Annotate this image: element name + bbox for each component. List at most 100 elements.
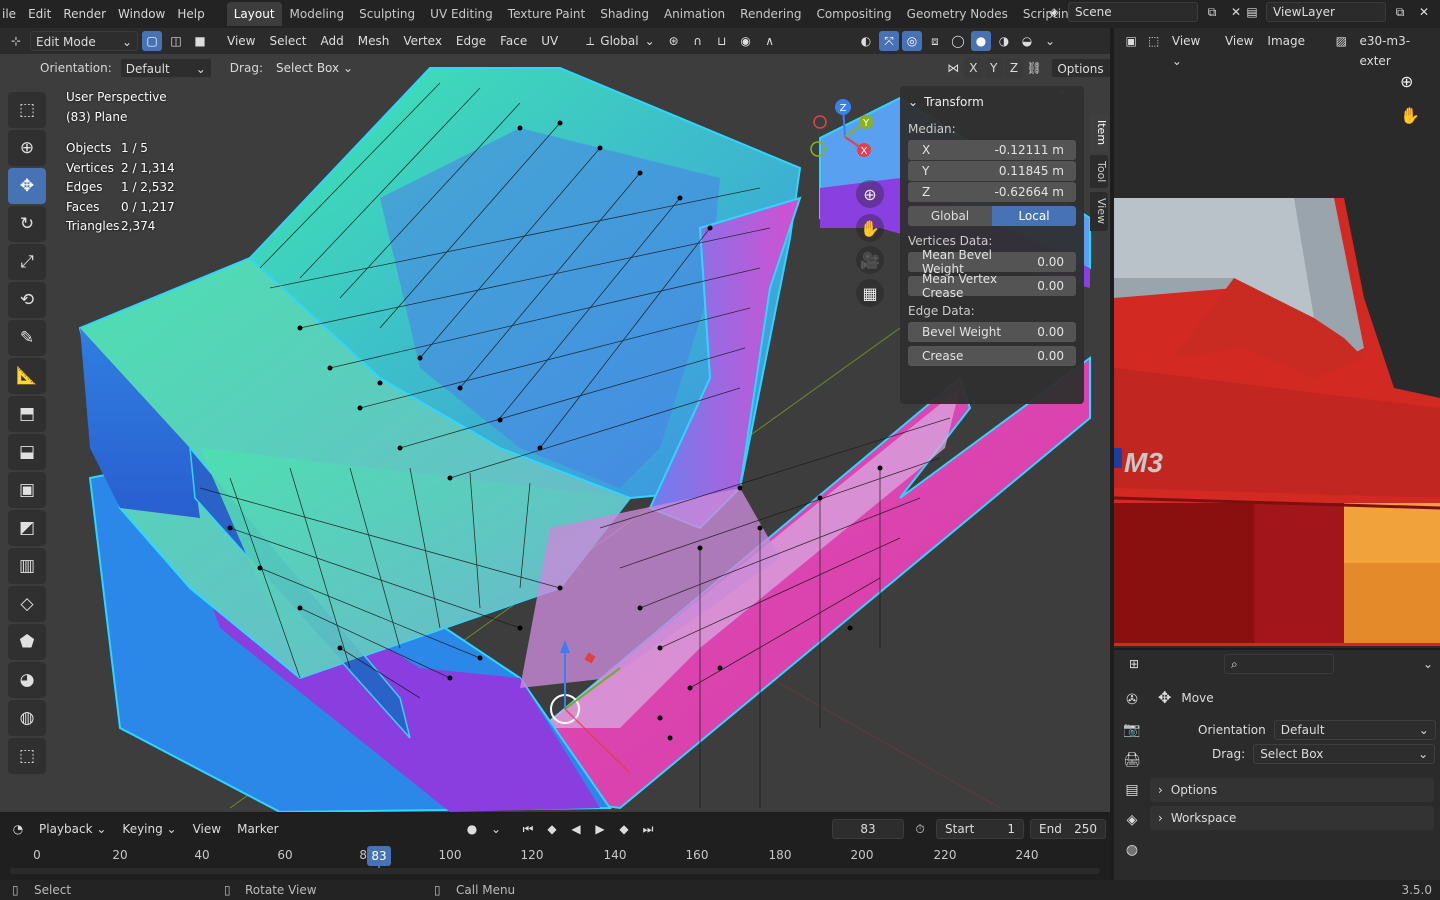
rendered-shading-icon[interactable]: ◒ xyxy=(1017,31,1037,51)
zoom-icon[interactable]: ⊕ xyxy=(1400,72,1413,91)
image-editor[interactable]: ▣ ⬚ View ⌄ View Image ▨ e30-m3-exter ⊕ ✋… xyxy=(1114,28,1440,648)
jump-start-icon[interactable]: ⏮ xyxy=(518,819,538,839)
wireframe-shading-icon[interactable]: ◯ xyxy=(948,31,968,51)
median-z-field[interactable]: Z -0.62664 m xyxy=(908,182,1076,202)
scene-field[interactable]: Scene xyxy=(1068,2,1198,22)
menu-face[interactable]: Face xyxy=(495,31,532,51)
transform-orientation-dropdown[interactable]: ⟂ Global ⌄ xyxy=(581,31,659,51)
median-y-field[interactable]: Y 0.11845 m xyxy=(908,161,1076,181)
tab-rendering[interactable]: Rendering xyxy=(733,2,808,26)
workspace-section[interactable]: › Workspace xyxy=(1150,806,1434,830)
perspective-grid-icon[interactable]: ▦ xyxy=(856,279,884,307)
measure-tool-icon[interactable]: 📐 xyxy=(8,358,46,394)
cursor-tool-icon[interactable]: ⊕ xyxy=(8,130,46,166)
image-browse-icon[interactable]: ▨ xyxy=(1332,31,1350,51)
pan-hand-icon[interactable]: ✋ xyxy=(856,214,884,242)
menu-view[interactable]: View xyxy=(222,31,260,51)
crease-field[interactable]: Crease 0.00 xyxy=(908,346,1076,366)
current-frame-field[interactable]: 83 xyxy=(832,819,904,839)
copy-scene-icon[interactable]: ⧉ xyxy=(1202,2,1222,22)
tab-compositing[interactable]: Compositing xyxy=(809,2,898,26)
viewlayer-icon[interactable]: ▤ xyxy=(1242,2,1262,22)
menu-select[interactable]: Select xyxy=(264,31,311,51)
gizmo-toggle-icon[interactable]: ⤧ xyxy=(879,31,899,51)
play-reverse-icon[interactable]: ◀ xyxy=(566,819,586,839)
chevron-down-icon[interactable]: ⌄ xyxy=(1040,31,1060,51)
menu-playback[interactable]: Playback ⌄ xyxy=(34,819,111,839)
inset-tool-icon[interactable]: ▣ xyxy=(8,472,46,508)
xray-icon[interactable]: ⧈ xyxy=(925,31,945,51)
menu-image[interactable]: Image xyxy=(1262,31,1310,51)
menu-mesh[interactable]: Mesh xyxy=(353,31,395,51)
menu-image-view[interactable]: View xyxy=(1220,31,1258,51)
loop-cut-tool-icon[interactable]: ▥ xyxy=(8,548,46,584)
options-section[interactable]: › Options xyxy=(1150,778,1434,802)
proportional-edit-icon[interactable]: ◉ xyxy=(736,31,756,51)
snap-icon[interactable]: ∩ xyxy=(688,31,708,51)
tab-view[interactable]: View xyxy=(1090,192,1108,231)
move-tool-icon[interactable]: ✥ xyxy=(8,168,46,204)
knife-tool-icon[interactable]: ◇ xyxy=(8,586,46,622)
menu-marker[interactable]: Marker xyxy=(232,819,283,839)
rotate-tool-icon[interactable]: ↻ xyxy=(8,206,46,242)
view-mode-dropdown[interactable]: View ⌄ xyxy=(1167,31,1216,68)
menu-edit[interactable]: Edit xyxy=(22,2,57,26)
tab-item[interactable]: Item xyxy=(1090,114,1108,152)
global-toggle[interactable]: Global xyxy=(908,206,992,226)
topology-mirror-icon[interactable]: ⛓ xyxy=(1025,58,1043,78)
menu-help[interactable]: Help xyxy=(171,2,210,26)
viewlayer-field[interactable]: ViewLayer xyxy=(1266,2,1386,22)
menu-vertex[interactable]: Vertex xyxy=(398,31,447,51)
median-x-field[interactable]: X -0.12111 m xyxy=(908,140,1076,160)
annotate-tool-icon[interactable]: ✎ xyxy=(8,320,46,356)
add-cube-tool-icon[interactable]: ⬒ xyxy=(8,396,46,432)
spin-tool-icon[interactable]: ◕ xyxy=(8,662,46,698)
mean-bevel-weight-field[interactable]: Mean Bevel Weight 0.00 xyxy=(908,248,1076,276)
overlay-toggle-icon[interactable]: ◎ xyxy=(902,31,922,51)
tool-tab-icon[interactable]: ✇ xyxy=(1120,688,1144,712)
mirror-z-toggle[interactable]: Z xyxy=(1004,58,1024,78)
tab-sculpting[interactable]: Sculpting xyxy=(352,2,422,26)
timer-icon[interactable]: ◔ xyxy=(8,819,28,839)
local-toggle[interactable]: Local xyxy=(992,206,1076,226)
poly-build-tool-icon[interactable]: ⬟ xyxy=(8,624,46,660)
navigation-gizmo[interactable]: Z Y X xyxy=(800,92,890,182)
bevel-weight-field[interactable]: Bevel Weight 0.00 xyxy=(908,322,1076,342)
timeline-ruler[interactable]: 0 20 40 60 80 100 120 140 160 180 200 22… xyxy=(0,846,1110,872)
menu-keying[interactable]: Keying ⌄ xyxy=(117,819,181,839)
chevron-down-icon[interactable]: ⌄ xyxy=(1418,654,1438,674)
tab-uv-editing[interactable]: UV Editing xyxy=(423,2,500,26)
chevron-down-icon[interactable]: ⌄ xyxy=(486,819,506,839)
orientation-dropdown[interactable]: Default ⌄ xyxy=(119,58,212,78)
zoom-icon[interactable]: ⊕ xyxy=(856,180,884,208)
end-frame-field[interactable]: End 250 xyxy=(1030,819,1106,839)
menu-render[interactable]: Render xyxy=(57,2,112,26)
tab-texture-paint[interactable]: Texture Paint xyxy=(501,2,592,26)
pan-hand-icon[interactable]: ✋ xyxy=(1400,106,1420,125)
mirror-y-toggle[interactable]: Y xyxy=(984,58,1003,78)
select-box-tool-icon[interactable]: ⬚ xyxy=(8,92,46,128)
record-icon[interactable]: ● xyxy=(462,819,482,839)
output-tab-icon[interactable]: 🖨 xyxy=(1120,748,1144,772)
next-keyframe-icon[interactable]: ◆ xyxy=(614,819,634,839)
menu-edge[interactable]: Edge xyxy=(451,31,491,51)
editor-type-icon[interactable]: ▣ xyxy=(1122,31,1140,51)
solid-shading-icon[interactable]: ● xyxy=(971,31,991,51)
edge-slide-tool-icon[interactable]: ⬚ xyxy=(8,738,46,774)
camera-view-icon[interactable]: 🎥 xyxy=(856,246,884,274)
play-icon[interactable]: ▶ xyxy=(590,819,610,839)
properties-search[interactable]: ⌕ xyxy=(1224,654,1334,674)
falloff-icon[interactable]: ∧ xyxy=(760,31,780,51)
transform-tool-icon[interactable]: ⟲ xyxy=(8,282,46,318)
3d-viewport[interactable]: ⊹ Edit Mode ⌄ ▢ ◫ ■ View Select Add Mesh … xyxy=(0,28,1110,812)
orientation-dropdown[interactable]: Default ⌄ xyxy=(1273,720,1436,740)
image-mode-icon[interactable]: ⬚ xyxy=(1144,31,1162,51)
start-frame-field[interactable]: Start 1 xyxy=(936,819,1024,839)
scene-icon[interactable]: ◈ xyxy=(1044,2,1064,22)
smooth-tool-icon[interactable]: ◍ xyxy=(8,700,46,736)
mirror-x-toggle[interactable]: X xyxy=(964,58,983,78)
scale-tool-icon[interactable]: ⤢ xyxy=(8,244,46,280)
edge-select-icon[interactable]: ◫ xyxy=(166,31,186,51)
menu-timeline-view[interactable]: View xyxy=(188,819,226,839)
options-dropdown[interactable]: Options ⌄ xyxy=(1051,58,1110,96)
